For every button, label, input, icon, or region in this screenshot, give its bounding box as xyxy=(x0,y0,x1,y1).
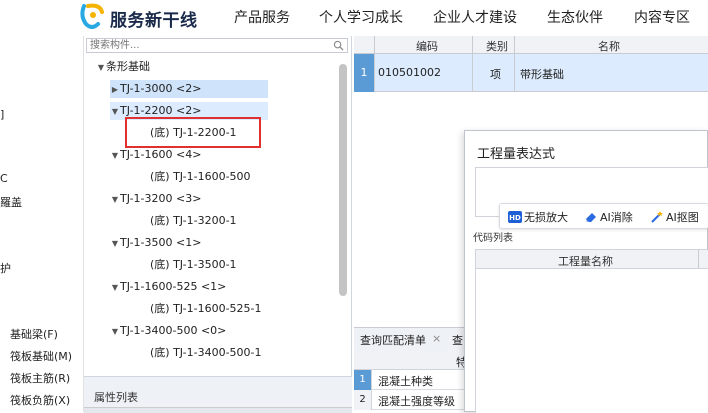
tab-query-match-list[interactable]: 查询匹配清单 xyxy=(360,332,426,348)
tree-leaf[interactable]: (底) TJ-1-1600-500 xyxy=(150,168,251,186)
collapse-arrow-icon[interactable]: ▼ xyxy=(110,147,120,165)
magic-wand-icon xyxy=(651,211,663,223)
collapse-arrow-icon[interactable]: ▼ xyxy=(110,103,120,121)
brand-logo[interactable]: 服务新干线 xyxy=(78,2,198,31)
sidebar-fragment: 羅盖 xyxy=(0,196,22,209)
row-number[interactable]: 2 xyxy=(354,390,372,410)
collapse-arrow-icon[interactable]: ▼ xyxy=(96,59,106,77)
grid-divider xyxy=(374,36,375,92)
grid-divider xyxy=(514,36,515,92)
quantity-expression-dialog: 工程量表达式 HD 无损放大 AI消除 AI抠图 代码列表 工程量名称 xyxy=(464,130,708,413)
search-input[interactable] xyxy=(90,39,320,52)
tree-item[interactable]: ▼ TJ-1-3500 <1> xyxy=(110,234,202,253)
feature-grid: 特 1 混凝土种类 2 混凝土强度等级 xyxy=(354,351,468,412)
code-list-header: 工程量名称 xyxy=(475,249,708,269)
sidebar-item-foundation-beam[interactable]: 基础梁(F) xyxy=(10,326,58,342)
properties-title: 属性列表 xyxy=(94,391,138,404)
tree-item[interactable]: ▼ TJ-1-3200 <3> xyxy=(110,190,202,209)
collapse-arrow-icon[interactable]: ▼ xyxy=(110,323,120,341)
tab-close-icon[interactable]: × xyxy=(432,332,441,345)
nav-personal-growth[interactable]: 个人学习成长 xyxy=(319,7,403,27)
table-row[interactable]: 1 010501002 项 带形基础 xyxy=(354,54,708,92)
top-header: 服务新干线 产品服务 个人学习成长 企业人才建设 生态伙伴 内容专区 xyxy=(0,0,708,36)
tree-root-strip-foundation[interactable]: ▼ 条形基础 xyxy=(96,58,150,76)
hd-icon: HD xyxy=(508,211,522,223)
brand-name: 服务新干线 xyxy=(110,11,198,31)
tree-item[interactable]: ▼ TJ-1-1600-525 <1> xyxy=(110,278,226,296)
sidebar-fragment: ] xyxy=(0,108,5,121)
grid-divider xyxy=(472,36,473,92)
expand-arrow-icon[interactable]: ▶ xyxy=(110,81,120,99)
col-name[interactable]: 名称 xyxy=(598,38,620,54)
tree-leaf[interactable]: (底) TJ-1-3400-500-1 xyxy=(150,344,262,362)
nav-content-zone[interactable]: 内容专区 xyxy=(634,7,690,27)
hd-badge-text: HD xyxy=(509,214,521,222)
sidebar-item-raft-negative-rebar[interactable]: 筏板负筋(X) xyxy=(10,392,70,408)
tree-scrollbar[interactable] xyxy=(339,64,347,296)
tree-item[interactable]: ▼ TJ-1-1600 <4> xyxy=(110,146,202,165)
annotation-highlight-box xyxy=(125,117,261,148)
cell-code[interactable]: 010501002 xyxy=(378,66,441,79)
grid-divider xyxy=(698,250,699,268)
tree-item[interactable]: ▼ TJ-1-3400-500 <0> xyxy=(110,322,226,340)
cell-name[interactable]: 带形基础 xyxy=(520,66,564,82)
sidebar-fragment: C xyxy=(0,172,8,185)
ai-erase-button[interactable]: AI消除 xyxy=(584,209,633,225)
feature-grid-header: 特 xyxy=(354,351,468,370)
row-text: 混凝土种类 xyxy=(378,375,433,388)
nav-product-services[interactable]: 产品服务 xyxy=(234,7,290,27)
table-row[interactable]: 1 混凝土种类 xyxy=(354,370,468,390)
sidebar-item-raft-foundation[interactable]: 筏板基础(M) xyxy=(10,348,72,364)
row-number[interactable]: 1 xyxy=(354,54,374,92)
search-icon[interactable] xyxy=(333,40,344,51)
nav-ecosystem-partners[interactable]: 生态伙伴 xyxy=(547,7,603,27)
tree-leaf[interactable]: (底) TJ-1-3200-1 xyxy=(150,212,237,230)
tree-leaf[interactable]: (底) TJ-1-3500-1 xyxy=(150,256,237,274)
tree-item[interactable]: ▶ TJ-1-3000 <2> xyxy=(110,80,268,98)
ai-toolbar: HD 无损放大 AI消除 AI抠图 xyxy=(499,203,708,229)
collapse-arrow-icon[interactable]: ▼ xyxy=(110,191,120,209)
nav-enterprise-talent[interactable]: 企业人才建设 xyxy=(433,7,517,27)
lossless-zoom-button[interactable]: HD 无损放大 xyxy=(508,209,568,225)
collapse-arrow-icon[interactable]: ▼ xyxy=(110,235,120,253)
code-list-label: 代码列表 xyxy=(473,233,513,244)
code-list-body[interactable] xyxy=(475,269,708,413)
col-code[interactable]: 编码 xyxy=(416,38,438,54)
dialog-title: 工程量表达式 xyxy=(477,147,556,162)
component-type-sidebar: ] C 羅盖 护 基础梁(F) 筏板基础(M) 筏板主筋(R) 筏板负筋(X) xyxy=(0,36,84,412)
table-row[interactable]: 2 混凝土强度等级 xyxy=(354,390,468,410)
grid-header: 编码 类别 名称 xyxy=(354,36,708,54)
brand-logo-icon xyxy=(80,3,104,29)
col-quantity-name[interactable]: 工程量名称 xyxy=(558,253,613,269)
component-tree-panel: ▼条形基础 ▶TJ-1-3000 <2> ▼TJ-1-2200 <2> (底) … xyxy=(84,36,352,376)
eraser-icon xyxy=(586,213,596,222)
row-text: 混凝土强度等级 xyxy=(378,395,455,408)
search-box[interactable] xyxy=(86,38,348,53)
collapse-arrow-icon[interactable]: ▼ xyxy=(110,279,120,297)
tree-leaf[interactable]: (底) TJ-1-1600-525-1 xyxy=(150,300,262,318)
sidebar-fragment: 护 xyxy=(0,262,11,275)
bottom-tab-bar: 查询匹配清单 × 查 xyxy=(354,327,468,351)
row-number[interactable]: 1 xyxy=(354,370,372,390)
cell-type[interactable]: 项 xyxy=(490,66,501,82)
tab-query-other[interactable]: 查 xyxy=(452,332,463,348)
properties-header xyxy=(84,407,352,413)
ai-cutout-button[interactable]: AI抠图 xyxy=(650,209,699,225)
col-type[interactable]: 类别 xyxy=(486,38,508,54)
sidebar-item-raft-main-rebar[interactable]: 筏板主筋(R) xyxy=(10,370,70,386)
properties-panel: 属性列表 xyxy=(84,376,352,413)
